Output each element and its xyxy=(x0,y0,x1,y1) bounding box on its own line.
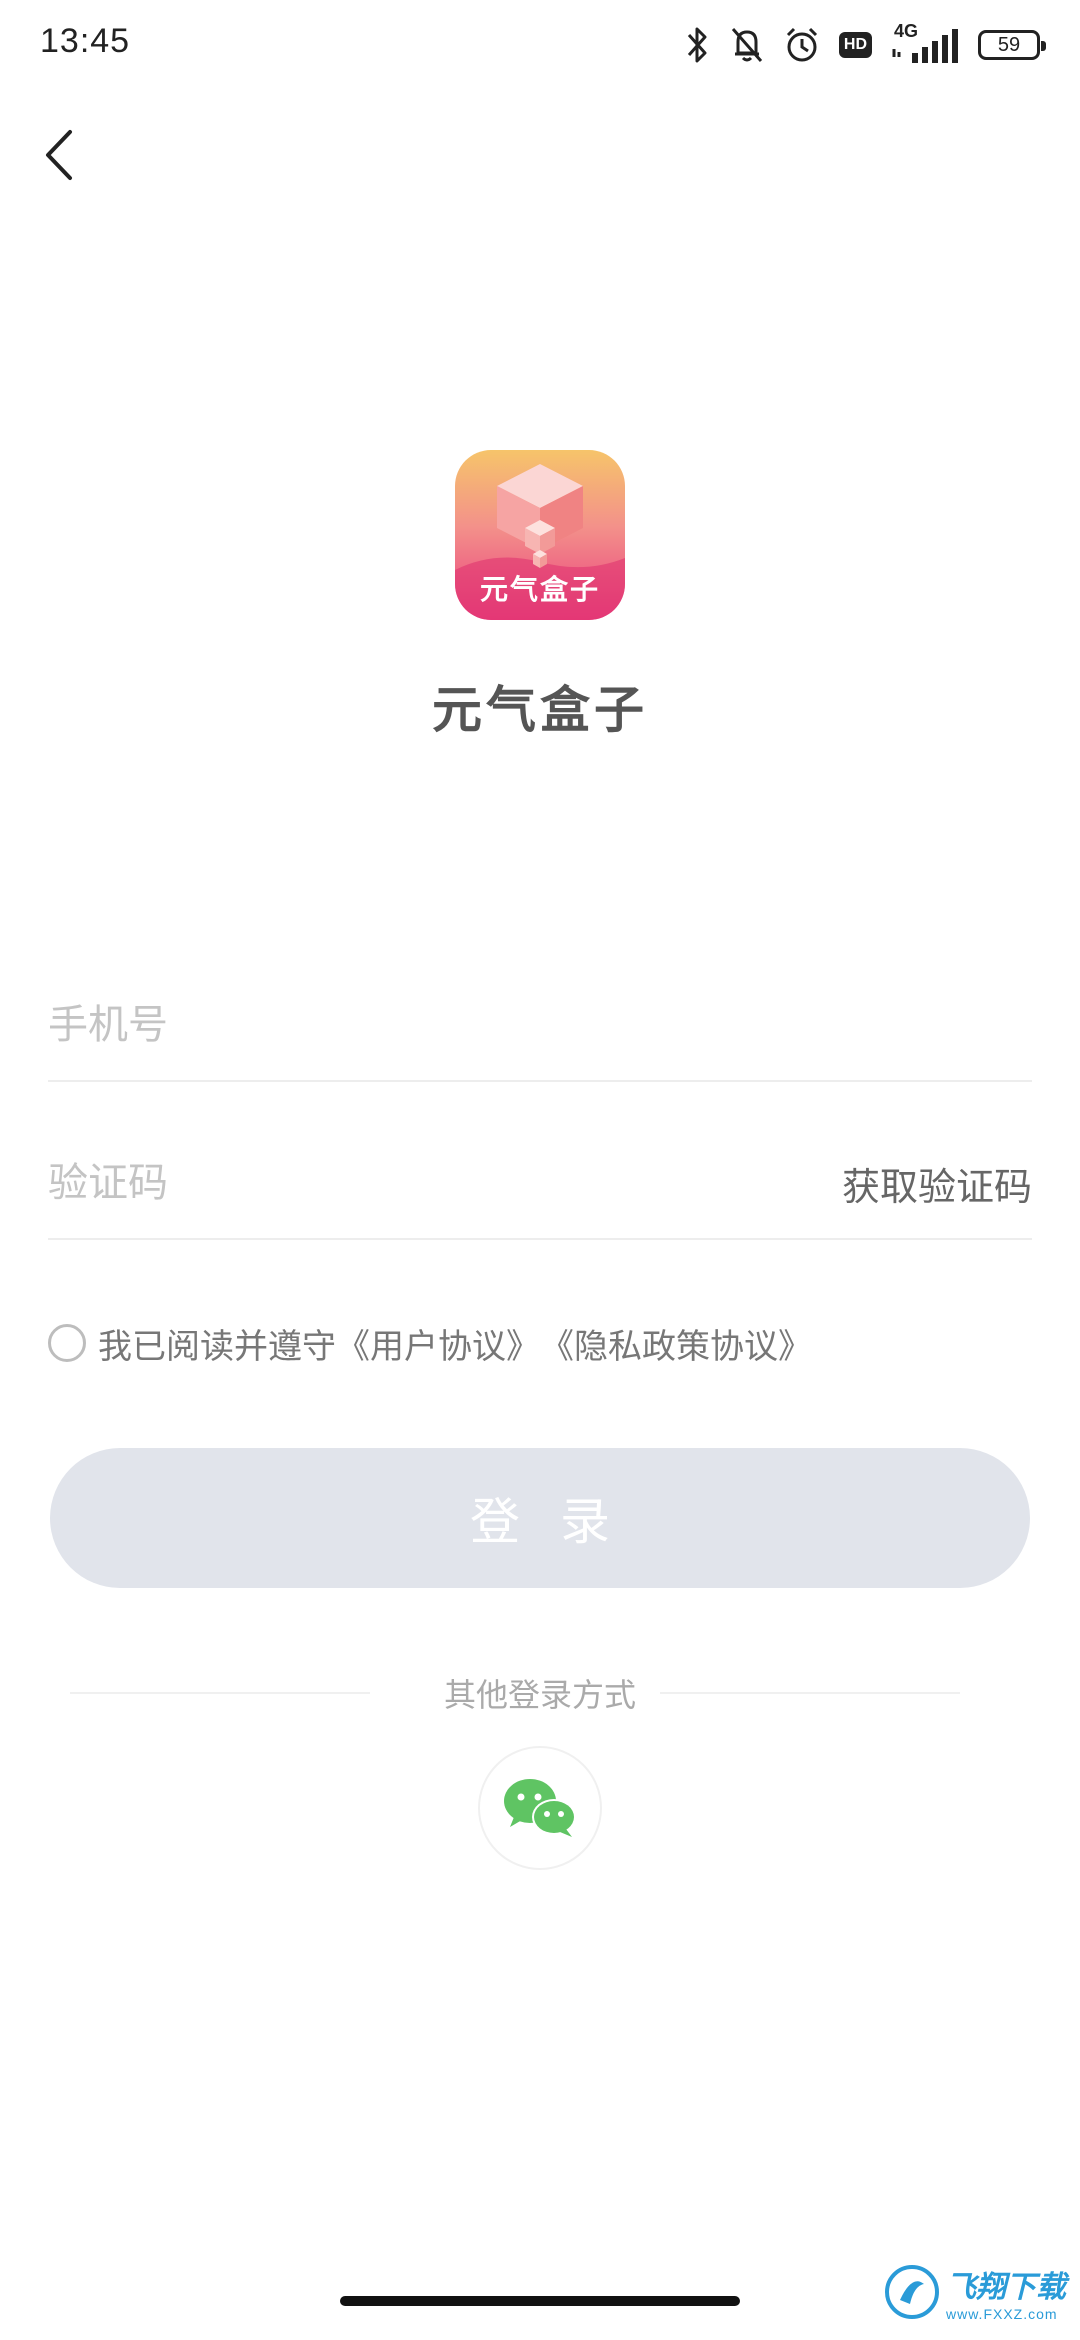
watermark-url: www.FXXZ.com xyxy=(946,2306,1058,2322)
battery-icon: 59 xyxy=(978,30,1046,60)
watermark: 飞翔下载 www.FXXZ.com xyxy=(884,2262,1066,2322)
privacy-policy-link[interactable]: 《隐私政策协议》 xyxy=(540,1319,812,1368)
login-button[interactable]: 登录 xyxy=(50,1448,1030,1588)
app-logo: 元气盒子 xyxy=(455,450,625,620)
agreement-text: 我已阅读并遵守 xyxy=(98,1326,336,1367)
phone-field xyxy=(48,970,1032,1082)
signal-icon: 4G xyxy=(890,21,960,65)
user-agreement-link[interactable]: 《用户协议》 xyxy=(336,1319,540,1368)
bell-muted-icon xyxy=(731,28,763,62)
logo-text: 元气盒子 xyxy=(479,573,600,606)
app-name: 元气盒子 xyxy=(432,681,648,739)
wechat-login-button[interactable] xyxy=(478,1746,602,1870)
hd-badge: HD xyxy=(838,32,872,58)
phone-input[interactable] xyxy=(48,970,748,1080)
battery-level: 59 xyxy=(997,33,1021,56)
chevron-left-icon xyxy=(46,130,72,180)
other-login-title: 其他登录方式 xyxy=(443,1676,636,1714)
home-indicator xyxy=(340,2296,740,2306)
get-code-button[interactable]: 获取验证码 xyxy=(842,1128,1032,1238)
alarm-icon xyxy=(786,27,817,62)
verification-code-input[interactable] xyxy=(48,1128,748,1238)
status-icons: HD 4G 59 xyxy=(685,18,1046,72)
watermark-text: 飞翔下载 xyxy=(946,2270,1066,2305)
agreement-row: 我已阅读并遵守 《用户协议》 《隐私政策协议》 xyxy=(48,1318,812,1368)
watermark-logo-icon xyxy=(885,2265,939,2319)
back-button[interactable] xyxy=(36,120,86,190)
wechat-icon xyxy=(504,1779,576,1837)
agreement-checkbox[interactable] xyxy=(48,1324,86,1362)
code-field: 获取验证码 xyxy=(48,1128,1032,1240)
status-time: 13:45 xyxy=(40,22,131,60)
bluetooth-icon xyxy=(687,27,707,63)
